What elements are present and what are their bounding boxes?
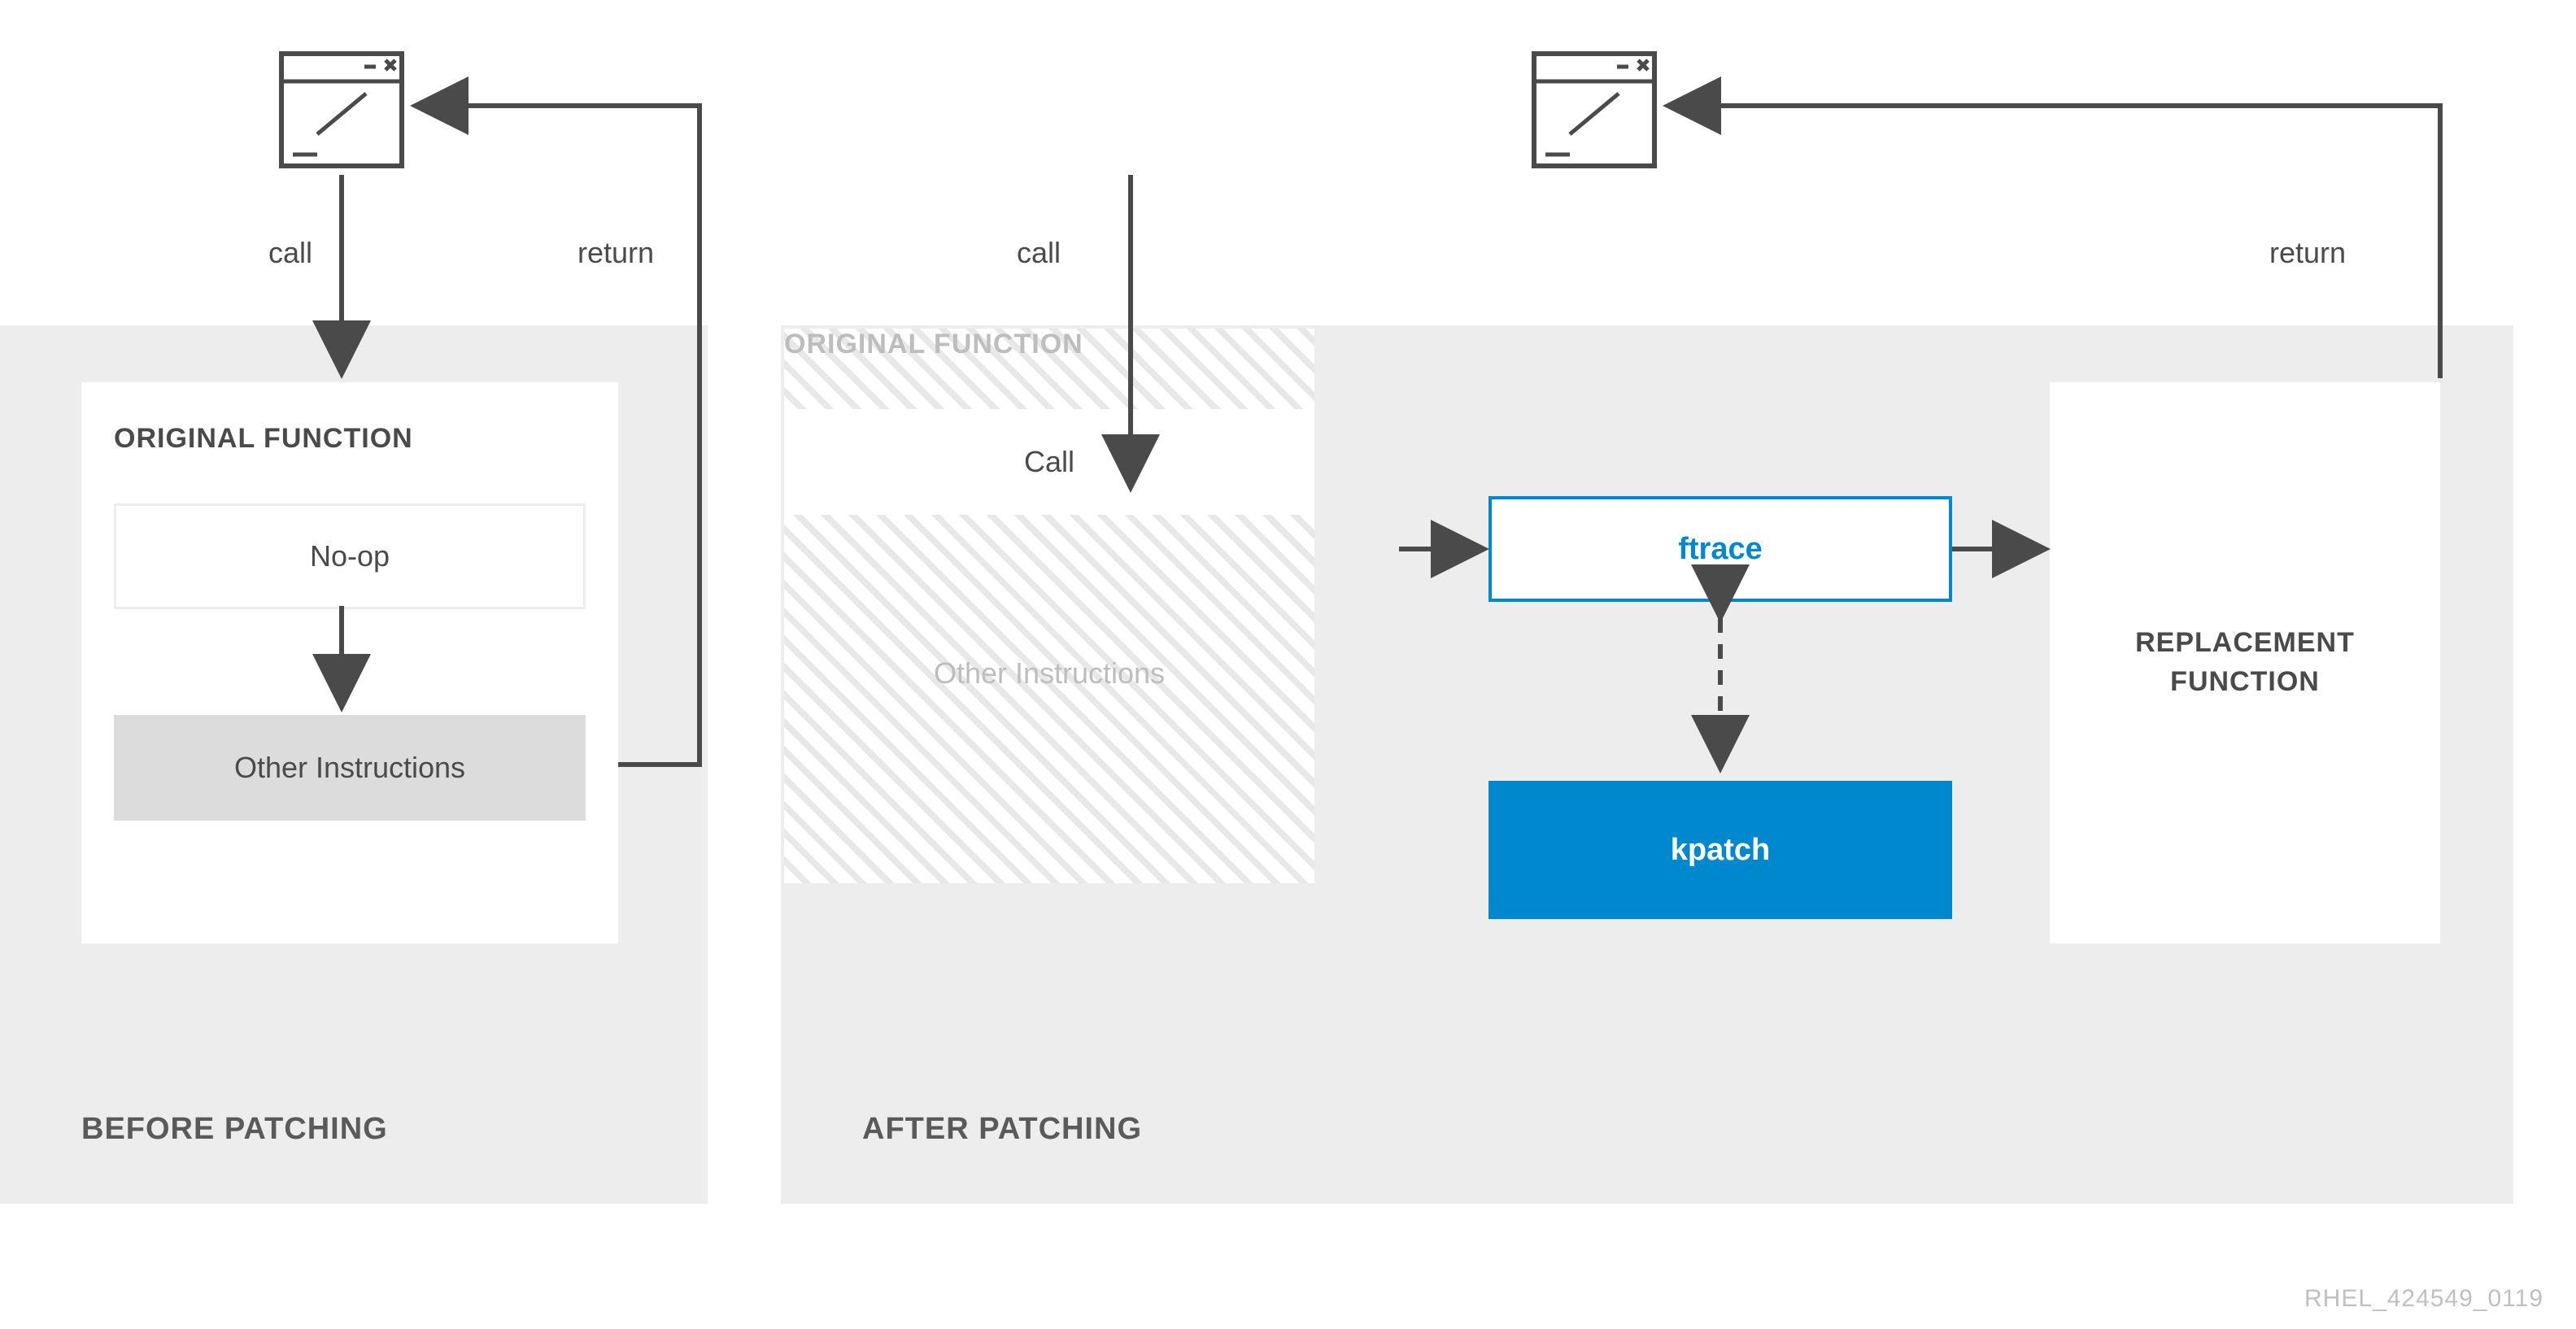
other-instructions-after: Other Instructions: [784, 621, 1314, 726]
return-label-left: return: [578, 236, 654, 270]
before-patching-title: BEFORE PATCHING: [81, 1112, 388, 1147]
replacement-function-box: REPLACEMENT FUNCTION: [2050, 382, 2440, 943]
window-icon: [277, 49, 407, 171]
original-function-title: ORIGINAL FUNCTION: [114, 423, 586, 455]
after-panel: ORIGINAL FUNCTION Call Other Instruction…: [781, 325, 2513, 1204]
before-panel: ORIGINAL FUNCTION No-op Other Instructio…: [0, 325, 708, 1204]
call-box: Call: [784, 409, 1314, 515]
call-label-right: call: [1017, 236, 1061, 270]
ftrace-box: ftrace: [1489, 496, 1952, 602]
original-function-title-after: ORIGINAL FUNCTION: [784, 329, 1314, 360]
original-function-box-after: ORIGINAL FUNCTION Call Other Instruction…: [781, 325, 1318, 887]
return-label-right: return: [2269, 236, 2346, 270]
call-label-left: call: [268, 236, 312, 270]
original-function-box-before: ORIGINAL FUNCTION No-op Other Instructio…: [81, 382, 618, 943]
after-patching-title: AFTER PATCHING: [862, 1112, 1142, 1147]
replacement-line1: REPLACEMENT: [2135, 624, 2355, 663]
other-instructions-box: Other Instructions: [114, 715, 586, 821]
noop-box: No-op: [114, 503, 586, 609]
window-icon: [1529, 49, 1659, 171]
kpatch-box: kpatch: [1489, 781, 1952, 919]
replacement-line2: FUNCTION: [2170, 663, 2320, 702]
footer-id: RHEL_424549_0119: [2304, 1285, 2543, 1313]
